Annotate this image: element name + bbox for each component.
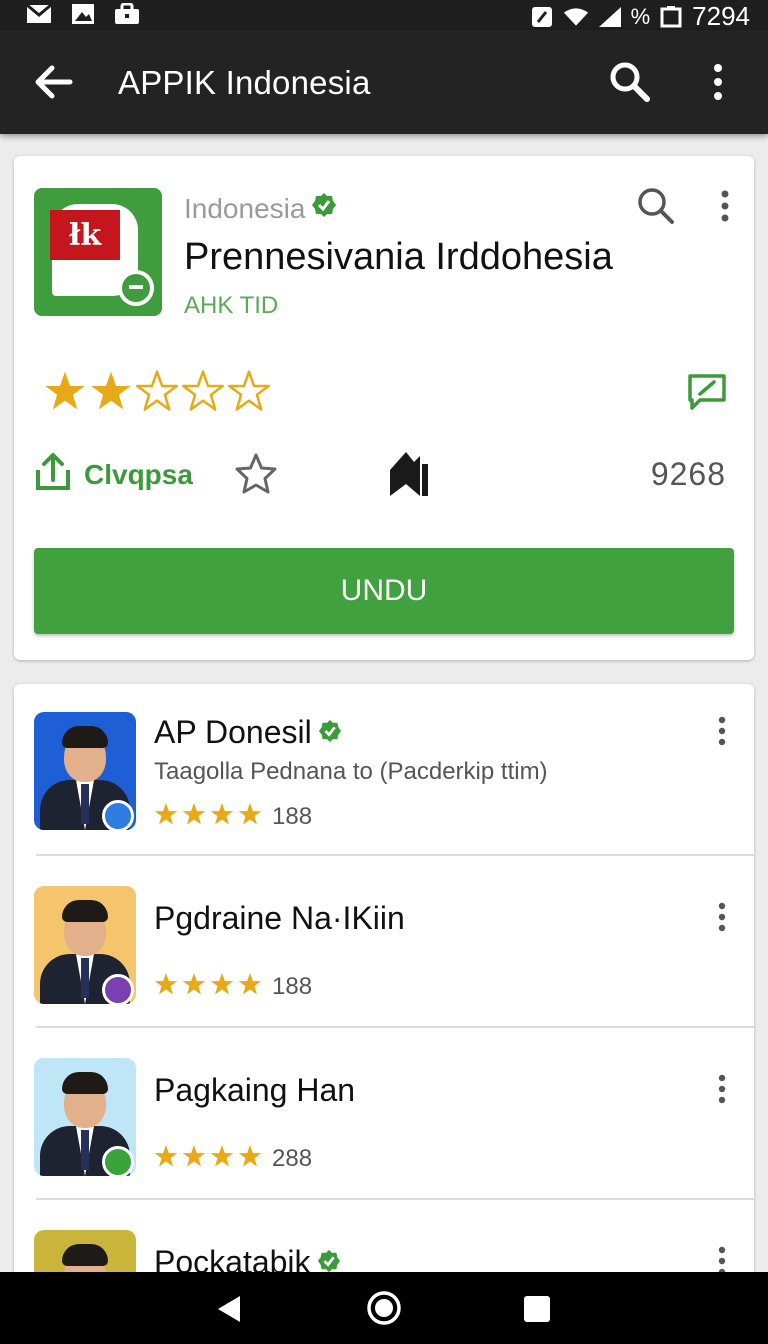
star-filled-icon [238,802,262,831]
more-vert-icon[interactable] [710,714,734,748]
wifi-icon [563,6,589,28]
list-item-title: Pgdraine Na·IKiin [154,900,405,937]
star-filled-icon [210,972,234,1001]
download-count: 9268 [650,456,726,492]
thumbnail-tie [81,1130,89,1170]
app-detail-card: łk Indonesia Prennesivania Irddohesia AH… [14,156,754,660]
app-badge-icon [102,800,134,830]
nav-home-icon[interactable] [366,1290,402,1326]
more-vert-icon[interactable] [710,900,734,934]
search-icon[interactable] [608,60,652,104]
review-chat-icon[interactable] [686,372,730,412]
app-badge-icon [102,974,134,1004]
verified-badge-icon [311,192,337,225]
list-item[interactable]: Pagkaing Han 288 [14,1028,754,1200]
app-subtitle: AHK TID [184,292,279,319]
star-filled-icon [182,972,206,1001]
navigation-bar [0,1272,768,1344]
thumbnail-tie [81,958,89,998]
minus-badge-icon [118,270,154,306]
app-title: Prennesivania Irddohesia [184,236,613,278]
nav-recent-icon[interactable] [522,1294,552,1324]
app-rating-stars [44,370,270,417]
verified-badge-icon [318,714,342,751]
list-item-description: Taagolla Pednana to (Pacderkip ttim) [154,758,548,785]
thumbnail-hair [62,1244,108,1266]
image-icon [70,3,96,25]
star-filled-icon [154,802,178,831]
star-filled-icon [238,972,262,1001]
nav-back-icon[interactable] [214,1294,244,1324]
more-vert-icon[interactable] [710,186,740,226]
list-item-rating: 288 [154,1144,312,1173]
star-filled-icon [182,1144,206,1173]
list-item-rating: 188 [154,972,312,1001]
nfc-icon [529,6,555,28]
app-logo: łk [34,188,162,316]
app-thumbnail [34,712,136,830]
app-badge-icon [102,1146,134,1176]
star-filled-icon [238,1144,262,1173]
more-vert-icon[interactable] [710,1072,734,1106]
list-item-title: Pagkaing Han [154,1072,355,1109]
bookmark-icon[interactable] [386,450,432,498]
signal-icon [597,6,623,28]
share-icon [34,452,72,497]
app-logo-mark: łk [50,210,120,260]
star-filled-icon [154,1144,178,1173]
list-item[interactable]: Pgdraine Na·IKiin 188 [14,856,754,1028]
list-item-rating-count: 288 [272,1144,313,1172]
status-bar: % 7294 [0,0,768,31]
thumbnail-hair [62,1072,108,1094]
related-apps-list: AP Donesil Taagolla Pednana to (Pacderkip… [14,684,754,1304]
list-item-title-text: Pgdraine Na·IKiin [154,900,405,936]
search-icon[interactable] [636,186,676,226]
list-item-rating: 188 [154,802,312,831]
list-item-title: AP Donesil [154,714,342,751]
clock: 7294 [692,1,750,31]
list-item-title-text: Pagkaing Han [154,1072,356,1108]
battery-icon [658,5,684,28]
list-item-rating-count: 188 [272,802,313,830]
back-arrow-icon[interactable] [32,60,76,104]
list-item-rating-count: 188 [272,972,313,1000]
mail-icon [26,3,52,25]
more-vert-icon[interactable] [700,60,736,104]
wishlist-star-icon[interactable] [234,452,278,496]
star-empty-icon [136,370,178,417]
star-filled-icon [44,370,86,417]
list-item[interactable]: AP Donesil Taagolla Pednana to (Pacderkip… [14,684,754,856]
briefcase-icon [114,3,140,25]
star-filled-icon [182,802,206,831]
thumbnail-hair [62,726,108,748]
developer-name[interactable]: Indonesia [184,192,337,225]
star-filled-icon [90,370,132,417]
install-button[interactable]: UNDU [34,548,734,634]
app-thumbnail [34,1058,136,1176]
thumbnail-tie [81,784,89,824]
app-thumbnail [34,886,136,1004]
star-empty-icon [228,370,270,417]
share-label: Clvqpsa [84,458,193,490]
list-item-title-text: AP Donesil [154,714,312,750]
developer-label: Indonesia [184,192,306,224]
star-filled-icon [210,802,234,831]
star-filled-icon [154,972,178,1001]
app-bar-title: APPIK Indonesia [118,64,371,101]
star-empty-icon [182,370,224,417]
star-filled-icon [210,1144,234,1173]
app-bar: APPIK Indonesia [0,30,768,134]
battery-percent: % [630,3,651,29]
thumbnail-hair [62,900,108,922]
share-button[interactable]: Clvqpsa [34,452,193,497]
